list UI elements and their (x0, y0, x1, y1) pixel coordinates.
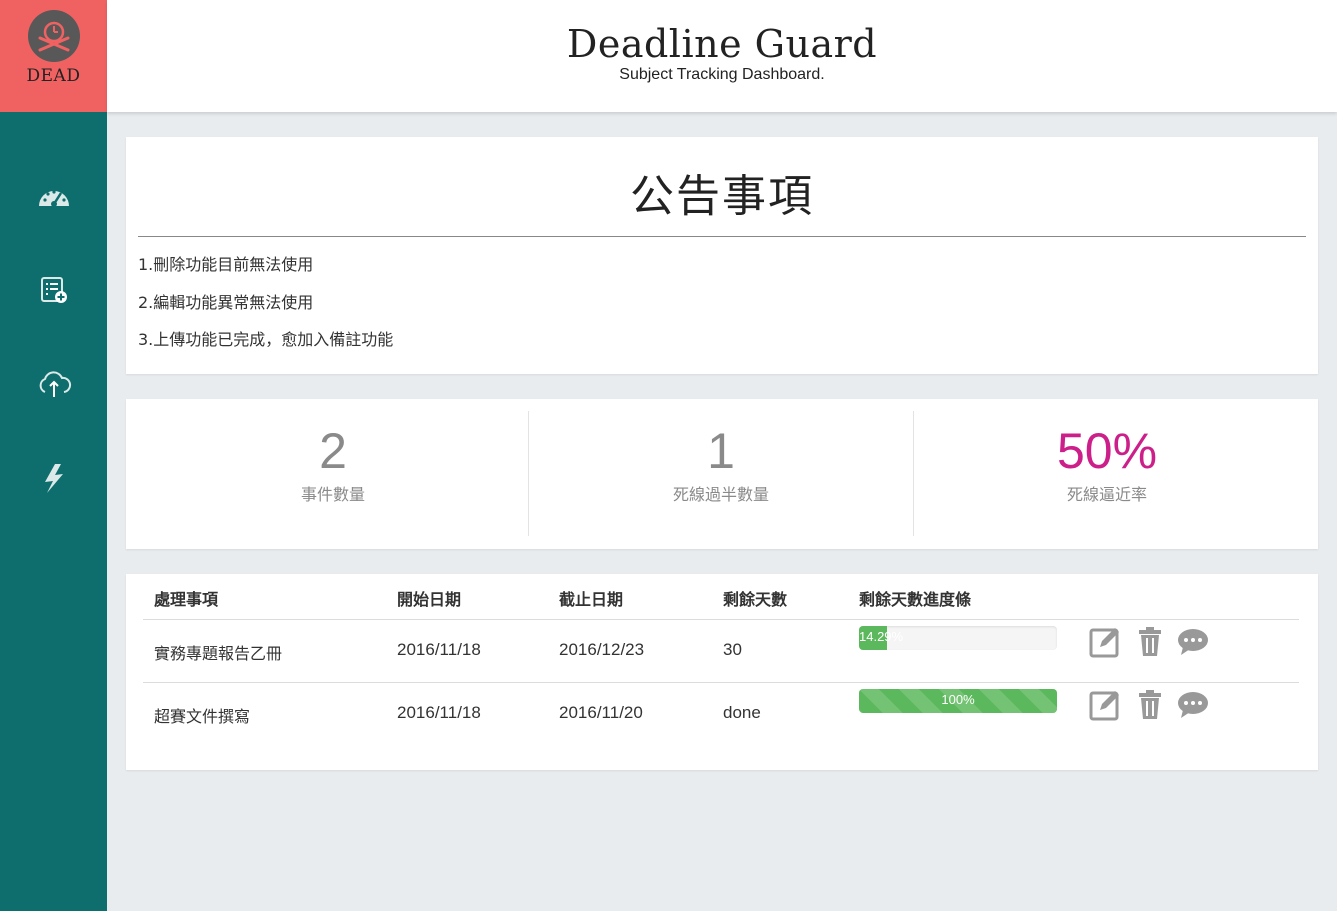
stat-past-half-count: 1 死線過半數量 (529, 411, 913, 536)
start-date: 2016/11/18 (397, 703, 481, 722)
row-divider (143, 682, 1299, 683)
skull-crossbones-icon (27, 10, 80, 62)
sidebar-item-dashboard[interactable] (0, 171, 107, 221)
edit-icon (1089, 628, 1119, 658)
column-header-task: 處理事項 (154, 590, 219, 609)
remaining-days: 30 (723, 640, 742, 659)
notice-item: 3.上傳功能已完成，愈加入備註功能 (138, 330, 394, 349)
sidebar (0, 112, 107, 911)
stat-value: 2 (319, 423, 347, 479)
trash-icon (1139, 627, 1161, 656)
column-header-progress: 剩餘天數進度條 (859, 590, 972, 609)
stat-value: 1 (707, 423, 735, 479)
sidebar-item-upload[interactable] (0, 359, 107, 409)
comment-button[interactable] (1176, 690, 1210, 720)
stat-deadline-rate: 50% 死線逼近率 (914, 411, 1300, 536)
stat-label: 死線過半數量 (672, 485, 769, 504)
logo[interactable]: DEAD (0, 0, 107, 112)
delete-button[interactable] (1137, 626, 1163, 658)
progress-bar-track: 100% (859, 689, 1057, 713)
notice-card: 公告事項 1.刪除功能目前無法使用 2.編輯功能異常無法使用 3.上傳功能已完成… (126, 137, 1318, 374)
column-header-remaining: 剩餘天數 (723, 590, 788, 609)
notice-item: 2.編輯功能異常無法使用 (138, 293, 314, 312)
stat-value: 50% (1056, 423, 1158, 479)
end-date: 2016/12/23 (559, 640, 645, 659)
app-title: Deadline Guard (566, 22, 878, 66)
lightning-icon (44, 464, 63, 493)
notice-title: 公告事項 (630, 171, 814, 222)
remaining-days: done (723, 703, 761, 722)
edit-button[interactable] (1088, 625, 1122, 659)
edit-icon (1089, 691, 1119, 721)
trash-icon (1139, 690, 1161, 719)
sidebar-item-add-list[interactable] (0, 265, 107, 315)
header: Deadline Guard Subject Tracking Dashboar… (107, 0, 1337, 112)
stats-card: 2 事件數量 1 死線過半數量 50% 死線逼近率 (126, 399, 1318, 549)
start-date: 2016/11/18 (397, 640, 481, 659)
column-header-start: 開始日期 (397, 590, 462, 609)
delete-button[interactable] (1137, 689, 1163, 721)
end-date: 2016/11/20 (559, 703, 643, 722)
cloud-upload-icon (39, 371, 71, 397)
dashboard-gauge-icon (38, 190, 69, 207)
notice-divider (138, 236, 1306, 237)
logo-text: DEAD (26, 66, 81, 86)
stat-event-count: 2 事件數量 (138, 411, 528, 536)
task-name: 超賽文件撰寫 (154, 707, 251, 726)
notice-item: 1.刪除功能目前無法使用 (138, 255, 314, 274)
progress-bar-fill: 14.29% (859, 626, 903, 650)
comment-icon (1178, 692, 1208, 718)
add-list-icon (40, 277, 67, 303)
stat-label: 事件數量 (300, 485, 365, 504)
task-name: 實務專題報告乙冊 (154, 644, 283, 663)
progress-bar-track: 14.29% (859, 626, 1057, 650)
progress-bar-fill: 100% (859, 689, 1057, 713)
comment-icon (1178, 629, 1208, 655)
sidebar-item-lightning[interactable] (0, 453, 107, 503)
task-table: 處理事項 開始日期 截止日期 剩餘天數 剩餘天數進度條 實務專題報告乙冊 201… (126, 574, 1318, 770)
app-subtitle: Subject Tracking Dashboard. (619, 66, 825, 83)
column-header-end: 截止日期 (559, 590, 624, 609)
edit-button[interactable] (1088, 688, 1122, 722)
row-divider (143, 619, 1299, 620)
comment-button[interactable] (1176, 627, 1210, 657)
stat-label: 死線逼近率 (1066, 485, 1147, 504)
